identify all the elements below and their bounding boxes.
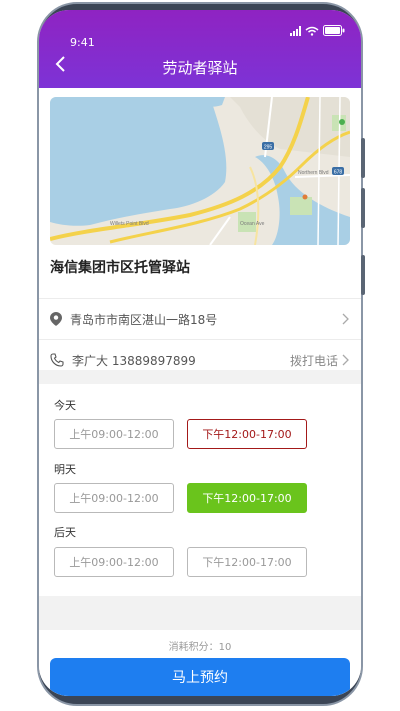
slot-tomorrow-afternoon[interactable]: 下午12:00-17:00 [187, 483, 307, 513]
slot-day-after-afternoon[interactable]: 下午12:00-17:00 [187, 547, 307, 577]
wifi-icon [305, 26, 319, 36]
phone-icon [50, 353, 64, 367]
map-road-label: Ocean Ave [240, 221, 265, 227]
contact-info: 李广大 13889897899 [72, 353, 196, 368]
reserve-button[interactable]: 马上预约 [50, 658, 350, 696]
points-cost: 消耗积分：10 [168, 642, 232, 653]
day-label-tomorrow: 明天 [54, 463, 76, 476]
map-road-label: Northern Blvd [298, 170, 329, 176]
status-time: 9:41 [70, 36, 95, 49]
slot-day-after-morning[interactable]: 上午09:00-12:00 [54, 547, 174, 577]
highway-shield-295: 295 [264, 145, 273, 151]
slot-tomorrow-morning[interactable]: 上午09:00-12:00 [54, 483, 174, 513]
power-button [361, 255, 365, 295]
map-view[interactable]: 295 678 Northern Blvd Ocean Ave Willets … [50, 97, 350, 245]
divider [39, 298, 361, 299]
battery-icon [323, 25, 345, 36]
address-chevron [342, 313, 350, 325]
day-label-day-after: 后天 [54, 526, 76, 539]
location-pin-icon [50, 312, 62, 326]
day-label-today: 今天 [54, 399, 76, 412]
station-address: 青岛市市南区湛山一路18号 [70, 312, 218, 327]
footer-bar: 消耗积分：10 马上预约 [39, 630, 361, 696]
map-road-label: Willets Point Blvd [110, 221, 149, 227]
slot-today-morning[interactable]: 上午09:00-12:00 [54, 419, 174, 449]
call-button[interactable]: 拨打电话 [290, 352, 350, 369]
chevron-right-icon [342, 354, 349, 366]
chevron-right-icon [342, 313, 349, 325]
volume-up-button [361, 138, 365, 178]
app-screen: 9:41 劳动者驿站 295 678 Northern Blvd Ocean A… [39, 10, 361, 696]
divider [39, 339, 361, 340]
station-name: 海信集团市区托管驿站 [50, 260, 190, 276]
volume-down-button [361, 188, 365, 228]
map-image: 295 678 Northern Blvd Ocean Ave Willets … [50, 97, 350, 245]
address-row[interactable]: 青岛市市南区湛山一路18号 [50, 301, 350, 337]
header-bar: 9:41 劳动者驿站 [39, 10, 361, 88]
page-title: 劳动者驿站 [162, 59, 238, 77]
status-icons [290, 25, 345, 36]
highway-shield-678: 678 [334, 170, 343, 176]
signal-icon [290, 25, 301, 36]
station-card: 295 678 Northern Blvd Ocean Ave Willets … [39, 88, 361, 370]
schedule-section: 今天 上午09:00-12:00 下午12:00-17:00 明天 上午09:0… [39, 384, 361, 596]
slot-today-afternoon[interactable]: 下午12:00-17:00 [187, 419, 307, 449]
section-separator [39, 370, 361, 384]
call-label: 拨打电话 [289, 353, 338, 368]
